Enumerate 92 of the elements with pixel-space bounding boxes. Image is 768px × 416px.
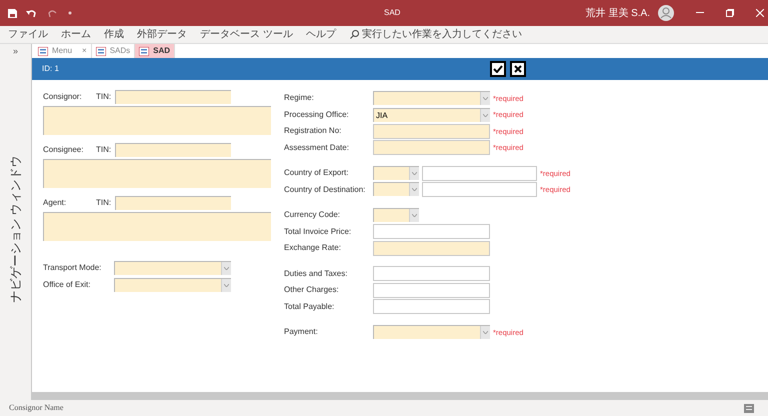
field-label: Duties and Taxes: (284, 268, 348, 280)
tin-label: TIN: (96, 91, 112, 103)
text-field[interactable] (373, 124, 490, 139)
chevron-down-icon (483, 97, 488, 100)
dropdown-button[interactable] (480, 108, 490, 122)
field-label: Currency Code: (284, 209, 342, 222)
chevron-down-icon (483, 114, 488, 117)
chevron-down-icon (412, 188, 417, 192)
party-label: Consignor: (43, 91, 83, 103)
avatar-icon[interactable] (658, 5, 674, 21)
field-label: Country of Destination: (284, 184, 366, 196)
field-label: Office of Exit: (43, 279, 92, 291)
form-icon (38, 46, 48, 56)
checkmark-icon (493, 65, 503, 73)
party-name-field[interactable] (43, 212, 271, 241)
tin-field[interactable] (115, 143, 231, 157)
search-field[interactable]: 実行したい作業を入力してください (362, 27, 562, 42)
close-icon (514, 65, 522, 73)
chevron-down-icon (412, 214, 417, 218)
navigation-pane-title[interactable]: ナビゲーション ウィンドウ (6, 156, 24, 303)
user-name: 荒井 里美 S.A. (586, 6, 650, 20)
combo-box[interactable] (114, 261, 231, 275)
field-label: Assessment Date: (284, 142, 350, 154)
form-view-icon[interactable] (744, 404, 754, 412)
text-field[interactable] (373, 266, 490, 282)
close-icon[interactable] (756, 9, 764, 17)
menu-tab[interactable]: データベース ツール (200, 27, 293, 42)
search-icon (350, 30, 359, 39)
dropdown-button[interactable] (221, 279, 231, 292)
field-label: Regime: (284, 92, 315, 104)
chevron-down-icon (483, 331, 488, 334)
country-name-field[interactable] (422, 166, 537, 181)
field-label: Processing Office: (284, 108, 350, 121)
save-record-button[interactable] (490, 61, 506, 77)
record-id: ID: 1 (42, 63, 59, 75)
close-tab-icon[interactable]: × (82, 45, 87, 57)
text-field[interactable] (373, 299, 490, 314)
tin-label: TIN: (96, 197, 112, 209)
dropdown-button[interactable] (409, 209, 419, 222)
dropdown-button[interactable] (409, 166, 419, 180)
customize-icon[interactable] (68, 11, 72, 15)
text-field[interactable] (373, 240, 490, 256)
combo-box[interactable] (373, 91, 490, 106)
window-title: SAD (384, 7, 400, 19)
combo-box[interactable] (373, 325, 490, 340)
field-label: Total Payable: (284, 300, 336, 313)
tin-field[interactable] (115, 196, 231, 210)
menu-tab[interactable]: ファイル (8, 27, 48, 42)
tin-field[interactable] (115, 90, 231, 104)
menu-tab[interactable]: 作成 (104, 27, 124, 42)
field-label: Exchange Rate: (284, 242, 342, 254)
form-icon (139, 46, 150, 56)
chevron-down-icon (224, 267, 229, 270)
party-label: Consignee: (43, 144, 84, 156)
minimize-icon[interactable] (696, 12, 704, 14)
dropdown-button[interactable] (409, 183, 419, 196)
cancel-button[interactable] (510, 61, 526, 77)
tin-label: TIN: (96, 144, 112, 156)
dropdown-button[interactable] (480, 92, 490, 106)
combo-box[interactable] (373, 208, 419, 222)
text-field[interactable] (373, 224, 490, 240)
save-icon[interactable] (8, 8, 17, 18)
status-text: Consignor Name (9, 402, 64, 414)
field-label: Country of Export: (284, 167, 350, 180)
menu-tab[interactable]: ヘルプ (306, 27, 336, 42)
document-tab[interactable]: SADs (92, 44, 136, 58)
party-label: Agent: (43, 197, 68, 209)
dropdown-button[interactable] (221, 262, 231, 275)
field-label: Transport Mode: (43, 262, 102, 274)
text-field[interactable] (373, 282, 490, 298)
field-label: Registration No: (284, 125, 342, 138)
combo-box[interactable] (373, 166, 419, 180)
field-label: Total Invoice Price: (284, 226, 352, 238)
country-name-field[interactable] (422, 182, 537, 198)
chevron-down-icon (412, 172, 417, 175)
combo-box[interactable]: JIA (373, 108, 490, 122)
combo-box[interactable] (373, 182, 419, 196)
text-field[interactable] (373, 140, 490, 156)
form-icon (96, 46, 106, 56)
restore-icon[interactable] (726, 9, 734, 17)
party-name-field[interactable] (43, 106, 271, 135)
menu-tab[interactable]: 外部データ (137, 27, 187, 42)
chevron-down-icon (224, 284, 229, 287)
undo-icon[interactable] (26, 8, 37, 18)
combo-box[interactable] (114, 278, 231, 292)
field-label: Other Charges: (284, 284, 340, 296)
dropdown-button[interactable] (480, 326, 490, 340)
field-label: Payment: (284, 326, 319, 338)
document-tab[interactable]: SAD (135, 44, 176, 58)
party-name-field[interactable] (43, 159, 271, 188)
menu-tab[interactable]: ホーム (61, 27, 91, 42)
expand-toggle[interactable]: » (12, 45, 18, 58)
